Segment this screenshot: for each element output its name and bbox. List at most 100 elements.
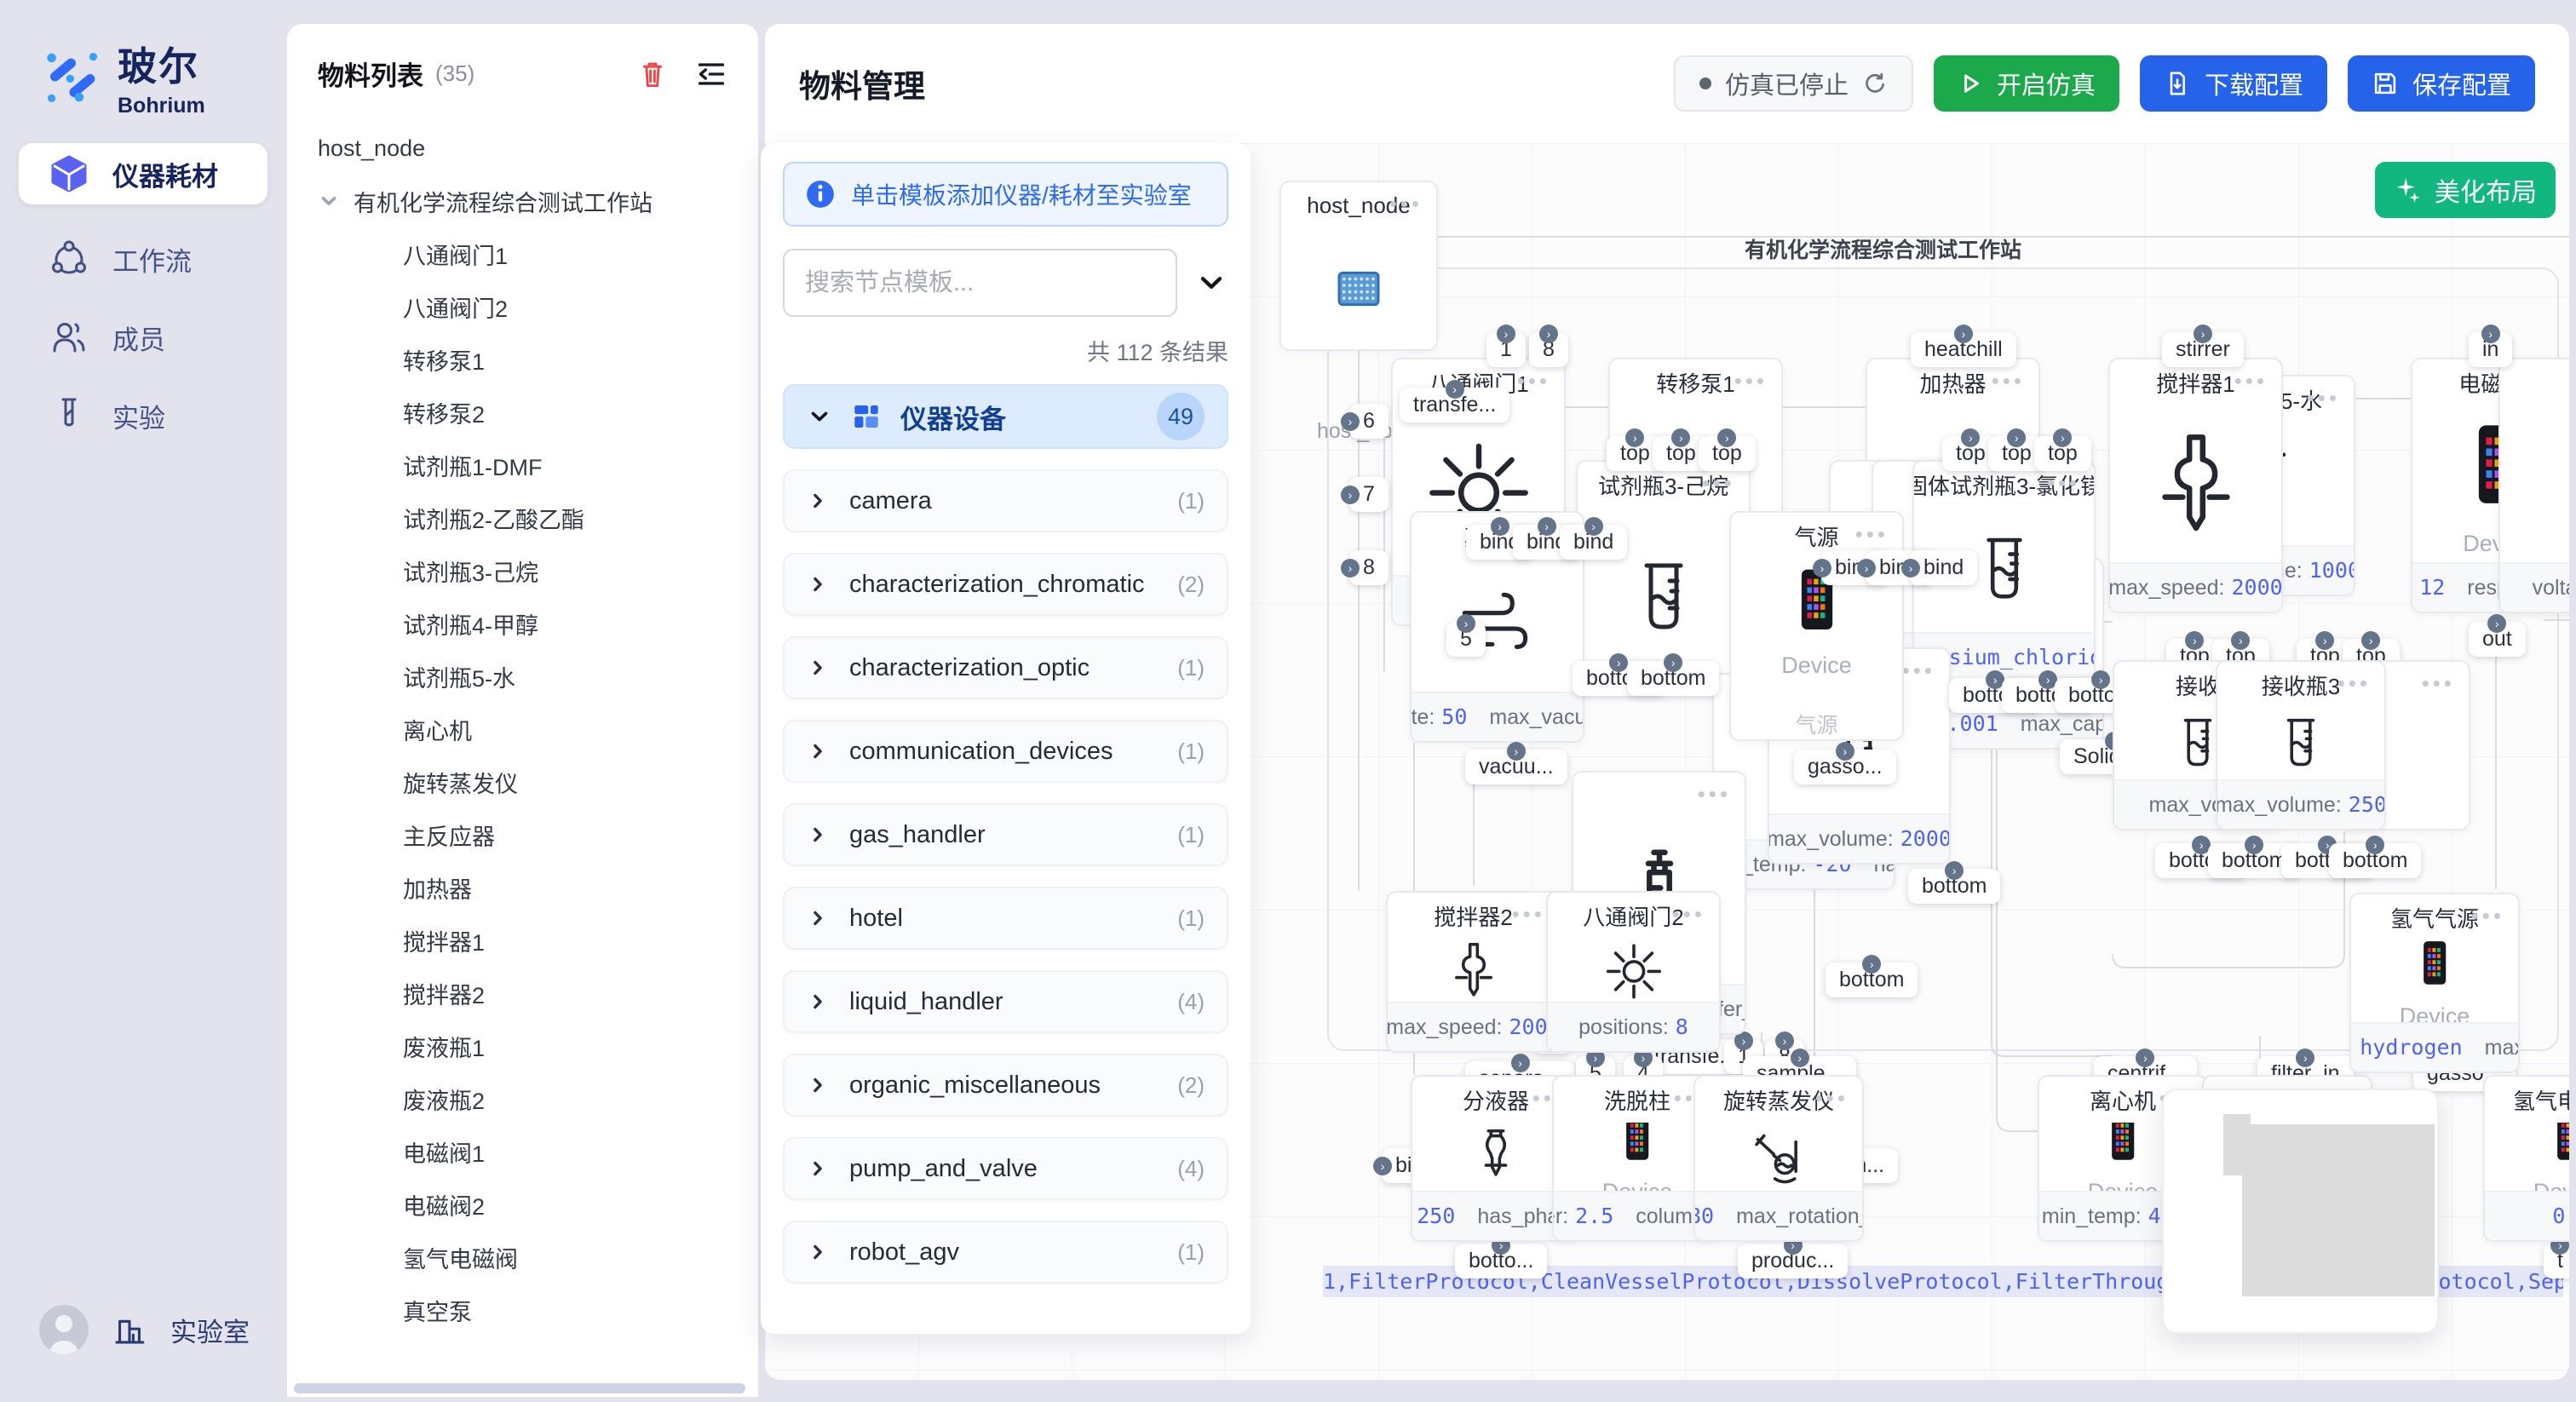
port-connector-icon[interactable]: › <box>1791 1049 1809 1067</box>
node-menu-icon[interactable]: ••• <box>2234 368 2268 394</box>
tree-item[interactable]: 转移泵1 <box>287 333 758 386</box>
sidebar-item-workflow[interactable]: 工作流 <box>19 228 267 290</box>
sidebar-item-instruments[interactable]: 仪器耗材 <box>19 143 267 204</box>
port-connector-icon[interactable]: › <box>1341 486 1360 504</box>
port-chip-8[interactable]: ›8 <box>1529 332 1568 367</box>
port-connector-icon[interactable]: › <box>1625 428 1644 447</box>
port-chip-transfe[interactable]: ›transfe... <box>1400 388 1509 422</box>
graph-node-receive-bottle-3[interactable]: 接收瓶3•••max_volume:250 <box>2216 660 2386 830</box>
port-connector-icon[interactable]: › <box>1491 517 1509 536</box>
node-menu-icon[interactable]: ••• <box>1902 658 1935 684</box>
port-connector-icon[interactable]: › <box>1717 428 1736 447</box>
graph-node-stirrer-2[interactable]: 搅拌器2•••max_speed:2000 <box>1386 891 1561 1053</box>
port-chip-bind[interactable]: ›bind <box>1560 525 1627 560</box>
port-connector-icon[interactable]: › <box>2361 631 2380 650</box>
port-connector-icon[interactable]: › <box>2296 1049 2314 1067</box>
port-connector-icon[interactable]: › <box>1457 614 1475 633</box>
node-menu-icon[interactable]: ••• <box>2047 470 2080 497</box>
tree-item[interactable]: 搅拌器1 <box>287 914 758 967</box>
node-menu-icon[interactable]: ••• <box>1992 368 2025 394</box>
save-config-button[interactable]: 保存配置 <box>2348 55 2535 112</box>
port-connector-icon[interactable]: › <box>2245 836 2263 854</box>
port-connector-icon[interactable]: › <box>1507 742 1526 761</box>
download-config-button[interactable]: 下载配置 <box>2140 55 2327 112</box>
port-connector-icon[interactable]: › <box>2007 428 2026 447</box>
category-item-robot_agv[interactable]: robot_agv(1) <box>783 1221 1228 1284</box>
port-connector-icon[interactable]: › <box>2366 836 2384 854</box>
lab-label[interactable]: 实验室 <box>170 1311 250 1349</box>
graph-node-solenoid-valve-2[interactable]: •••voltage:12 <box>2498 358 2569 613</box>
port-connector-icon[interactable]: › <box>1857 559 1876 577</box>
port-chip-bottom[interactable]: ›bottom <box>2329 843 2421 878</box>
port-connector-icon[interactable]: › <box>1609 653 1628 672</box>
category-item-camera[interactable]: camera(1) <box>783 469 1228 532</box>
sim-status-pill[interactable]: 仿真已停止 <box>1674 55 1913 112</box>
tree-item[interactable]: 试剂瓶2-乙酸乙酯 <box>287 491 758 544</box>
materials-hscrollbar[interactable] <box>294 1383 745 1393</box>
port-connector-icon[interactable]: › <box>2315 631 2334 650</box>
node-menu-icon[interactable]: ••• <box>1672 901 1705 928</box>
port-connector-icon[interactable]: › <box>1446 380 1464 399</box>
port-chip-8[interactable]: ›8 <box>1349 550 1389 585</box>
port-chip-gasso[interactable]: ›gasso... <box>1794 750 1896 784</box>
port-connector-icon[interactable]: › <box>1511 1054 1530 1072</box>
node-menu-icon[interactable]: ••• <box>2337 670 2371 697</box>
collapse-list-icon[interactable] <box>693 56 729 92</box>
port-connector-icon[interactable]: › <box>2194 325 2212 343</box>
port-chip-out[interactable]: ›out <box>2469 622 2526 657</box>
port-connector-icon[interactable]: › <box>1901 559 1920 577</box>
port-connector-icon[interactable]: › <box>2481 325 2500 343</box>
graph-node-hydrogen-gas-source[interactable]: 氢气气源•••Device_type:hydrogenmax_pre <box>2349 893 2520 1073</box>
port-chip-t[interactable]: ›t <box>2544 1244 2569 1278</box>
port-connector-icon[interactable]: › <box>1341 412 1360 431</box>
category-item-hotel[interactable]: hotel(1) <box>783 887 1228 950</box>
tree-item[interactable]: 氢气电磁阀 <box>287 1231 758 1284</box>
port-chip-bottom[interactable]: ›bottom <box>1627 661 1719 696</box>
category-item-gas_handler[interactable]: gas_handler(1) <box>783 803 1228 866</box>
tree-item[interactable]: 主反应器 <box>287 808 758 861</box>
port-connector-icon[interactable]: › <box>1497 325 1515 343</box>
tree-item[interactable]: 电磁阀2 <box>287 1178 758 1231</box>
port-chip-heatchill[interactable]: ›heatchill <box>1911 332 2016 367</box>
tree-item[interactable]: 试剂瓶3-己烷 <box>287 544 758 597</box>
port-connector-icon[interactable]: › <box>2053 428 2072 447</box>
start-simulation-button[interactable]: 开启仿真 <box>1934 55 2119 112</box>
port-connector-icon[interactable]: › <box>1961 428 1980 447</box>
category-group-instruments[interactable]: 仪器设备 49 <box>783 384 1228 449</box>
node-menu-icon[interactable]: ••• <box>1855 521 1889 548</box>
refresh-icon[interactable] <box>1862 71 1888 96</box>
port-chip-top[interactable]: ›top <box>1699 436 1756 471</box>
port-connector-icon[interactable]: › <box>1954 325 1973 343</box>
category-item-characterization_optic[interactable]: characterization_optic(1) <box>783 636 1228 699</box>
port-connector-icon[interactable]: › <box>2231 631 2250 650</box>
minimap[interactable] <box>2162 1089 2439 1334</box>
tree-item[interactable]: 试剂瓶5-水 <box>287 650 758 703</box>
tree-item[interactable]: 废液瓶1 <box>287 1020 758 1072</box>
node-menu-icon[interactable]: ••• <box>1702 470 1735 497</box>
port-chip-in[interactable]: ›in <box>2469 332 2512 367</box>
node-menu-icon[interactable]: ••• <box>1698 781 1731 807</box>
search-input[interactable] <box>783 249 1177 317</box>
trash-icon[interactable] <box>635 57 670 91</box>
port-connector-icon[interactable]: › <box>2185 631 2204 650</box>
category-item-pump_and_valve[interactable]: pump_and_valve(4) <box>783 1137 1228 1200</box>
tree-item[interactable]: 有机化学流程综合测试工作站 <box>287 175 758 227</box>
node-menu-icon[interactable]: ••• <box>1512 901 1545 928</box>
graph-node-reagent-bottle-3-hexane[interactable]: 试剂瓶3-己烷••• <box>1576 460 1751 690</box>
tree-item[interactable]: 转移泵2 <box>287 386 758 439</box>
port-chip-top[interactable]: ›top <box>2034 436 2091 471</box>
tree-item[interactable]: 八通阀门2 <box>287 280 758 333</box>
beautify-layout-button[interactable]: 美化布局 <box>2375 162 2556 218</box>
tree-item[interactable]: 真空泵 <box>287 1284 758 1336</box>
port-connector-icon[interactable]: › <box>1775 1031 1794 1050</box>
node-menu-icon[interactable]: ••• <box>1517 368 1550 394</box>
port-connector-icon[interactable]: › <box>1836 742 1854 761</box>
node-menu-icon[interactable]: ••• <box>1389 191 1423 217</box>
sidebar-item-experiments[interactable]: 实验 <box>19 385 267 446</box>
node-menu-icon[interactable]: ••• <box>2422 670 2455 697</box>
tree-item[interactable]: 试剂瓶4-甲醇 <box>287 597 758 650</box>
port-connector-icon[interactable]: › <box>2136 1049 2154 1067</box>
tree-item[interactable]: 八通阀门1 <box>287 227 758 280</box>
node-menu-icon[interactable]: ••• <box>2307 385 2340 411</box>
port-chip-bind[interactable]: ›bind <box>1910 550 1977 585</box>
